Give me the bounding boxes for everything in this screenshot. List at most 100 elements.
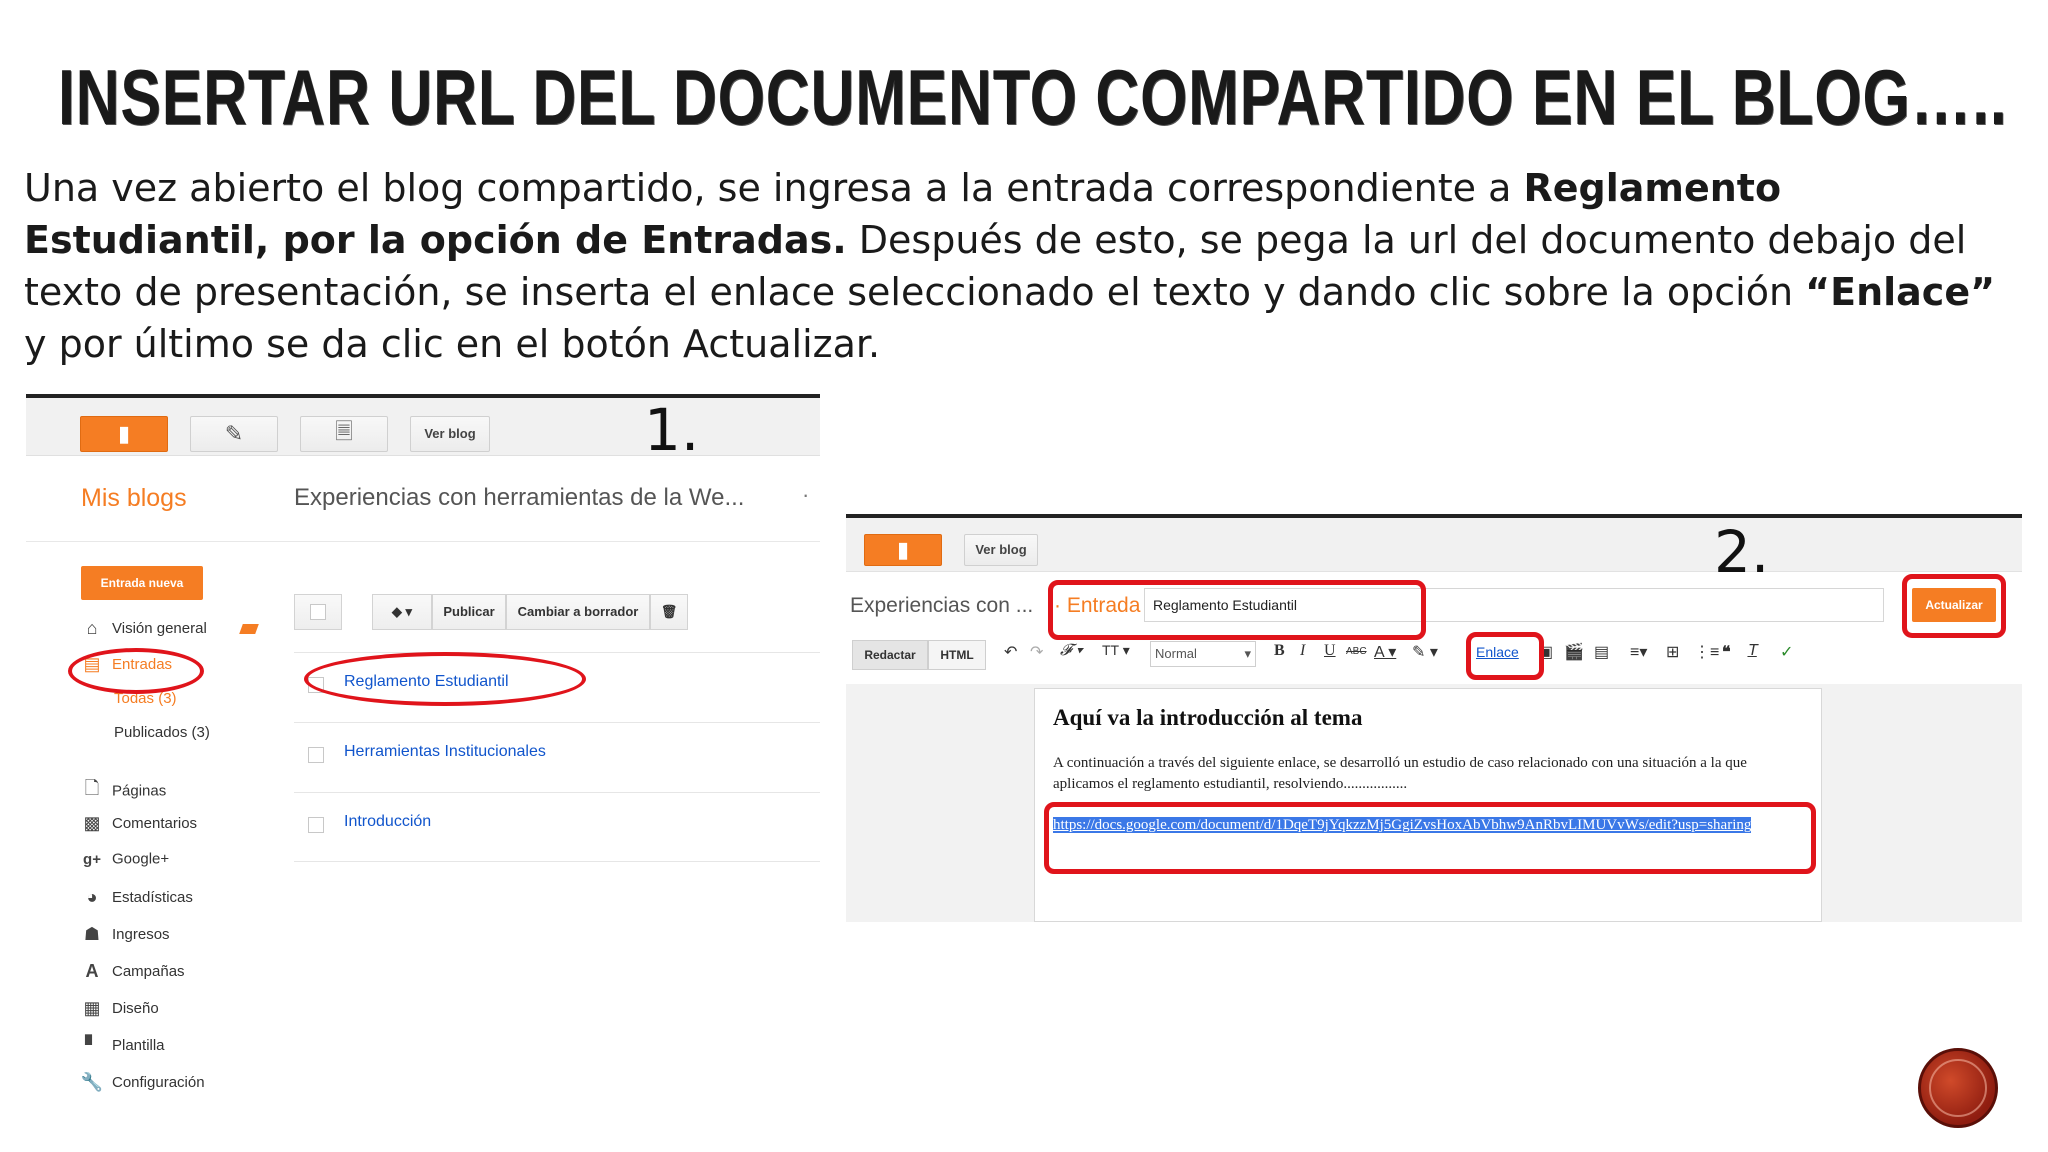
- sidebar-item-google-plus[interactable]: g+ Google+: [80, 850, 169, 878]
- sidebar-label: Plantilla: [112, 1037, 165, 1054]
- label-dropdown-button[interactable]: ◆ ▾: [372, 594, 432, 630]
- annotation-box-url: [1044, 802, 1816, 874]
- sidebar-item-template[interactable]: ▘ Plantilla: [80, 1035, 165, 1063]
- pages-icon: 🗋: [84, 778, 100, 798]
- format-select[interactable]: Normal ▾: [1150, 641, 1256, 667]
- highlight-icon[interactable]: ✎ ▾: [1412, 642, 1438, 662]
- sidebar-item-design[interactable]: ▦ Diseño: [80, 998, 159, 1026]
- tab-html[interactable]: HTML: [928, 640, 986, 670]
- italic-icon[interactable]: I: [1300, 642, 1305, 660]
- video-icon[interactable]: 🎬: [1564, 642, 1584, 662]
- blog-name[interactable]: Experiencias con ...: [850, 594, 1033, 618]
- sidebar-label: Visión general: [112, 620, 207, 637]
- institution-logo: [1918, 1048, 1998, 1128]
- font-family-icon[interactable]: 𝓕 ▾: [1060, 642, 1083, 660]
- blogger-logo-icon: ▮: [117, 421, 131, 446]
- publish-button[interactable]: Publicar: [432, 594, 506, 630]
- sidebar-label: Configuración: [112, 1074, 205, 1091]
- post-body-text: A continuación a través del siguiente en…: [1053, 755, 1747, 792]
- view-blog-label: Ver blog: [975, 542, 1027, 557]
- sidebar-item-overview[interactable]: ⌂ Visión general: [80, 618, 259, 646]
- numbered-list-icon[interactable]: ⊞: [1666, 642, 1679, 662]
- new-post-button[interactable]: Entrada nueva: [81, 566, 203, 600]
- sidebar-label: Campañas: [112, 963, 185, 980]
- sidebar-item-campaigns[interactable]: A Campañas: [80, 961, 185, 989]
- sidebar-item-settings[interactable]: 🔧 Configuración: [80, 1072, 205, 1100]
- my-blogs-link[interactable]: Mis blogs: [81, 484, 187, 513]
- megaphone-icon: [239, 623, 259, 634]
- edit-post-button[interactable]: ✎: [190, 416, 278, 452]
- delete-button[interactable]: 🗑: [650, 594, 688, 630]
- view-blog-button[interactable]: Ver blog: [410, 416, 490, 452]
- slide-title: INSERTAR URL DEL DOCUMENTO COMPARTIDO EN…: [58, 53, 2008, 141]
- clear-format-icon[interactable]: T̲: [1748, 642, 1758, 660]
- tag-icon: ◆ ▾: [391, 604, 413, 619]
- table-row[interactable]: Introducción: [294, 792, 820, 862]
- para-bold-2: “Enlace”: [1805, 270, 1996, 314]
- annotation-ring-post-link: [304, 652, 586, 706]
- post-link[interactable]: Herramientas Institucionales: [344, 743, 546, 761]
- quote-icon[interactable]: ❝: [1722, 642, 1731, 662]
- blogger-logo-icon: ▮: [896, 537, 910, 562]
- sidebar-item-earnings[interactable]: ☗ Ingresos: [80, 924, 170, 952]
- screenshot-post-editor: ▮ Ver blog 2. Experiencias con ... · Ent…: [846, 462, 2022, 922]
- step-number-1: 1.: [644, 396, 700, 464]
- sidebar-label: Ingresos: [112, 926, 170, 943]
- screenshot-blogger-posts: ▮ ✎ 🗏 Ver blog 1. Mis blogs Experiencias…: [26, 394, 820, 1152]
- sidebar-subitem-published[interactable]: Publicados (3): [114, 724, 210, 741]
- sidebar-item-stats[interactable]: ◕ Estadísticas: [80, 887, 193, 915]
- font-size-icon[interactable]: TT ▾: [1102, 642, 1130, 659]
- annotation-box-post-title: [1048, 580, 1426, 640]
- annotation-ring-posts: [68, 648, 204, 694]
- post-checkbox[interactable]: [308, 817, 324, 833]
- publish-label: Publicar: [443, 604, 495, 619]
- post-heading: Aquí va la introducción al tema: [1053, 705, 1363, 730]
- bold-icon[interactable]: B: [1274, 642, 1285, 660]
- post-checkbox[interactable]: [308, 747, 324, 763]
- undo-icon[interactable]: ↶: [1004, 642, 1017, 662]
- view-blog-button[interactable]: Ver blog: [964, 534, 1038, 566]
- trophy-icon: ☗: [83, 924, 101, 944]
- comment-icon: ▩: [83, 813, 101, 833]
- para-text-3: y por último se da clic en el botón Actu…: [24, 322, 881, 366]
- divider: [846, 514, 2022, 518]
- table-row[interactable]: Herramientas Institucionales: [294, 722, 820, 792]
- blogger-topbar: ▮ ✎ 🗏 Ver blog 1.: [26, 396, 820, 464]
- strikethrough-icon[interactable]: ABC: [1346, 646, 1367, 657]
- bullet-list-icon[interactable]: ⋮≡: [1694, 642, 1719, 662]
- sidebar-label: Páginas: [112, 782, 167, 800]
- blog-name-dropdown[interactable]: Experiencias con herramientas de la We..…: [294, 484, 744, 512]
- select-all-checkbox[interactable]: [310, 604, 326, 620]
- jump-break-icon[interactable]: ▤: [1594, 642, 1609, 662]
- sidebar-item-comments[interactable]: ▩ Comentarios: [80, 813, 197, 841]
- adwords-icon: A: [85, 961, 99, 981]
- select-all-checkbox-wrap[interactable]: [294, 594, 342, 630]
- chevron-down-icon: ▾: [1244, 646, 1251, 661]
- para-text-1: Una vez abierto el blog compartido, se i…: [24, 166, 1524, 210]
- sidebar-label: Comentarios: [112, 815, 198, 832]
- home-icon: ⌂: [86, 618, 98, 638]
- spellcheck-icon[interactable]: ✓: [1780, 642, 1793, 662]
- sidebar-item-pages[interactable]: 🗋 Páginas: [80, 776, 166, 804]
- tab-compose[interactable]: Redactar: [852, 640, 928, 670]
- revert-to-draft-button[interactable]: Cambiar a borrador: [506, 594, 650, 630]
- header-separator: ·: [802, 482, 810, 507]
- align-icon[interactable]: ≡▾: [1630, 642, 1647, 662]
- step-number-2: 2.: [1714, 518, 1770, 586]
- annotation-box-update: [1902, 574, 2006, 638]
- trash-icon: 🗑: [660, 604, 678, 619]
- sidebar-label: Estadísticas: [112, 889, 193, 906]
- post-link[interactable]: Introducción: [344, 813, 431, 831]
- slide-paragraph: Una vez abierto el blog compartido, se i…: [24, 162, 2024, 370]
- redo-icon[interactable]: ↷: [1030, 642, 1043, 662]
- view-blog-label: Ver blog: [424, 426, 476, 441]
- sidebar-label: Diseño: [112, 1000, 159, 1017]
- format-select-value: Normal: [1155, 646, 1197, 661]
- posts-list-button[interactable]: 🗏: [300, 416, 388, 452]
- blogger-logo-button[interactable]: ▮: [80, 416, 168, 452]
- wrench-icon: 🔧: [80, 1072, 104, 1092]
- underline-icon[interactable]: U: [1324, 642, 1336, 660]
- text-color-icon[interactable]: A ▾: [1374, 642, 1396, 662]
- blogger-logo-button[interactable]: ▮: [864, 534, 942, 566]
- revert-label: Cambiar a borrador: [517, 604, 639, 619]
